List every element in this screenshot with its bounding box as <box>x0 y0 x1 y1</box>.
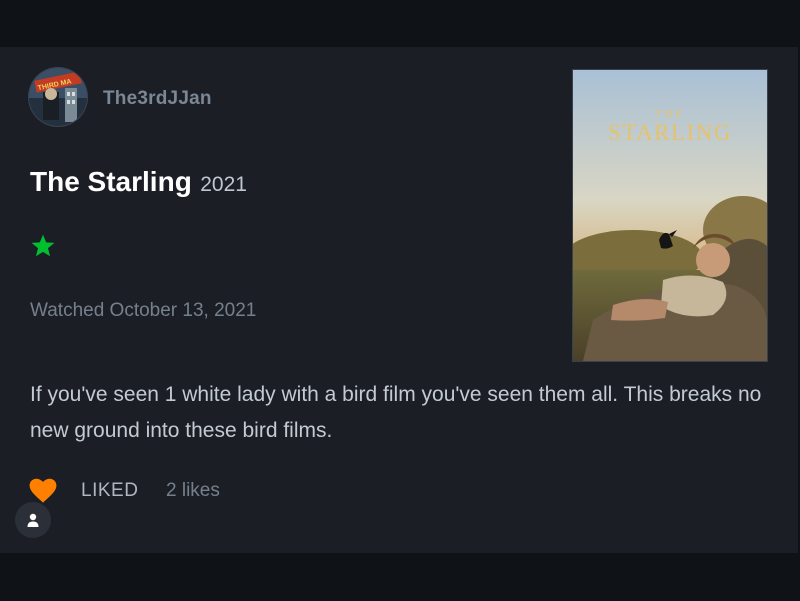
film-year[interactable]: 2021 <box>200 173 247 196</box>
person-icon <box>27 513 39 527</box>
heart-icon[interactable] <box>29 478 57 504</box>
profile-button[interactable] <box>15 502 51 538</box>
poster-title-small: THE <box>654 108 686 120</box>
liked-label: LIKED <box>81 480 139 501</box>
username[interactable]: The3rdJJan <box>103 88 212 110</box>
film-heading: The Starling 2021 <box>30 166 247 198</box>
poster-title-big: STARLING <box>608 120 732 145</box>
film-poster[interactable]: THE STARLING <box>572 69 768 362</box>
review-text: If you've seen 1 white lady with a bird … <box>30 383 762 442</box>
film-title[interactable]: The Starling <box>30 166 192 197</box>
avatar[interactable]: THIRD MA <box>29 68 87 126</box>
star-icon <box>30 233 56 259</box>
watched-date: Watched October 13, 2021 <box>30 300 257 321</box>
bottom-band <box>0 553 800 601</box>
top-band <box>0 0 800 47</box>
likes-count[interactable]: 2 likes <box>166 480 220 502</box>
